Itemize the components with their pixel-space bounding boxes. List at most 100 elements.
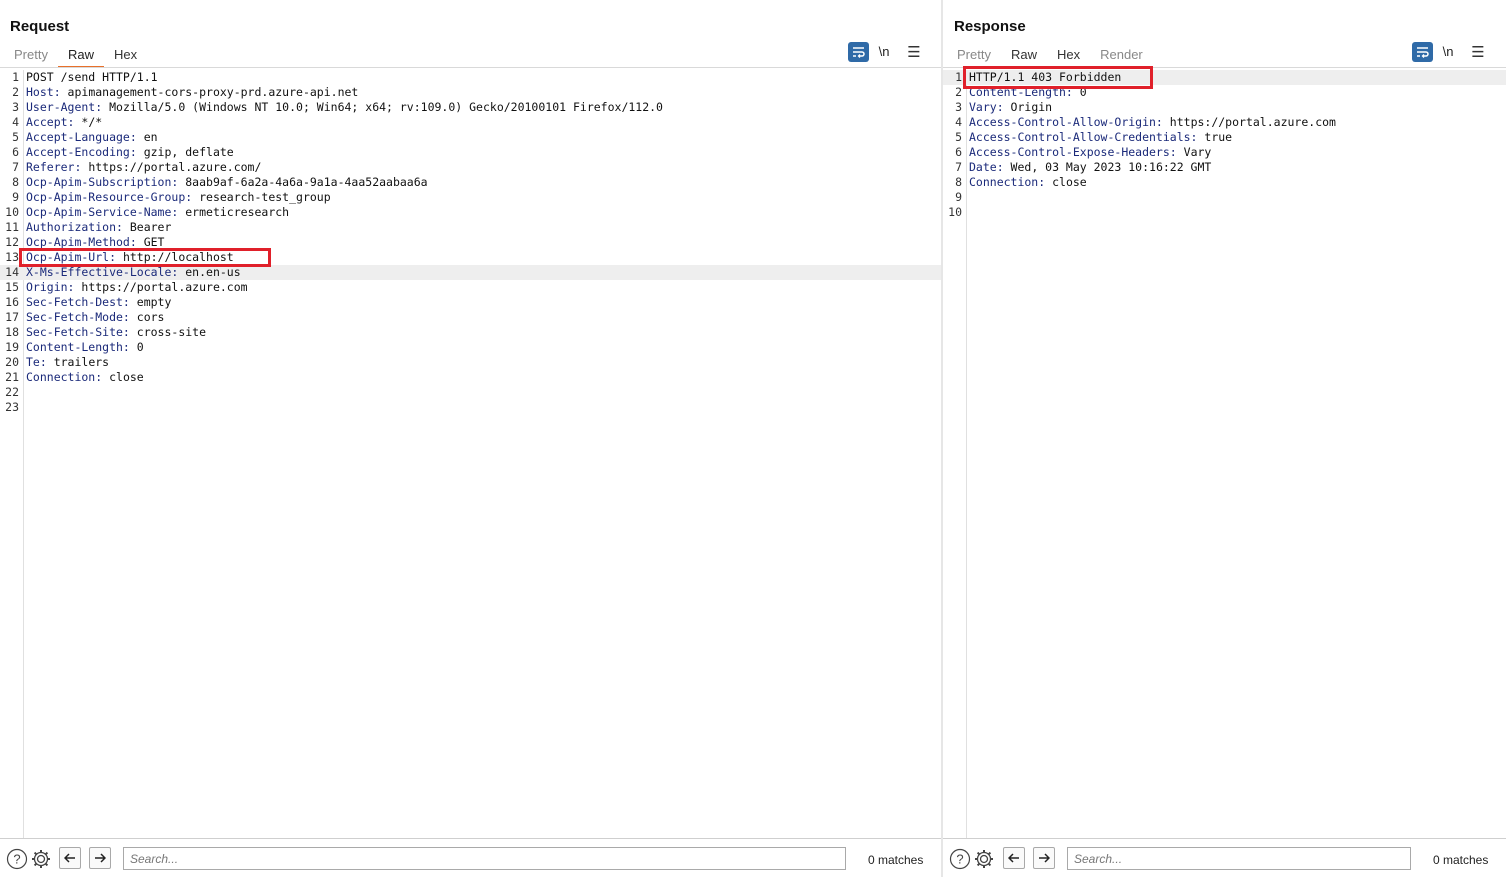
header-value: Origin — [1003, 100, 1053, 114]
header-value: 8aab9af-6a2a-4a6a-9a1a-4aa52aabaa6a — [178, 175, 428, 189]
line-text: Host: apimanagement-cors-proxy-prd.azure… — [26, 85, 358, 100]
line-text: Access-Control-Allow-Credentials: true — [969, 130, 1232, 145]
svg-text:?: ? — [956, 852, 963, 867]
header-name: Sec-Fetch-Site: — [26, 325, 130, 339]
highlight-box-url — [19, 248, 271, 267]
line-number: 5 — [12, 130, 19, 144]
code-line: 19 Content-Length: 0 — [0, 340, 941, 355]
header-name: Connection: — [969, 175, 1046, 189]
next-match-button[interactable] — [1033, 847, 1055, 869]
code-line: 14 X-Ms-Effective-Locale: en.en-us — [0, 265, 941, 280]
response-search-bar: ? 0 matches — [943, 838, 1506, 877]
hamburger-menu-icon[interactable]: ☰ — [899, 42, 929, 62]
line-number: 9 — [12, 190, 19, 204]
header-name: X-Ms-Effective-Locale: — [26, 265, 179, 279]
gear-icon[interactable] — [30, 848, 52, 870]
code-line: 21 Connection: close — [0, 370, 941, 385]
header-value: en.en-us — [178, 265, 241, 279]
line-number: 6 — [955, 145, 962, 159]
request-tab-hex[interactable]: Hex — [104, 44, 147, 68]
response-pane: Response Pretty Raw Hex Render \n ☰ 1 HTT… — [943, 0, 1506, 877]
response-tab-hex[interactable]: Hex — [1047, 44, 1090, 68]
wrap-lines-icon[interactable] — [1412, 42, 1433, 62]
help-icon[interactable]: ? — [6, 848, 28, 870]
header-value: true — [1197, 130, 1233, 144]
line-text: Sec-Fetch-Dest: empty — [26, 295, 171, 310]
code-line: 18 Sec-Fetch-Site: cross-site — [0, 325, 941, 340]
header-name: Accept: — [26, 115, 75, 129]
header-name: Ocp-Apim-Resource-Group: — [26, 190, 193, 204]
line-number: 5 — [955, 130, 962, 144]
line-number: 14 — [5, 265, 19, 279]
header-name: Origin: — [26, 280, 75, 294]
line-text: Accept: */* — [26, 115, 102, 130]
request-view-tabs: Pretty Raw Hex — [4, 44, 147, 68]
line-text: Sec-Fetch-Mode: cors — [26, 310, 164, 325]
code-line: 7 Date: Wed, 03 May 2023 10:16:22 GMT — [943, 160, 1506, 175]
wrap-lines-icon[interactable] — [848, 42, 869, 62]
line-text: Date: Wed, 03 May 2023 10:16:22 GMT — [969, 160, 1211, 175]
line-number: 20 — [5, 355, 19, 369]
line-number: 2 — [955, 85, 962, 99]
code-line: 2 Host: apimanagement-cors-proxy-prd.azur… — [0, 85, 941, 100]
line-text: X-Ms-Effective-Locale: en.en-us — [26, 265, 241, 280]
header-value: GET — [136, 235, 165, 249]
show-newlines-button[interactable]: \n — [869, 42, 899, 62]
code-line: 16 Sec-Fetch-Dest: empty — [0, 295, 941, 310]
line-number: 8 — [12, 175, 19, 189]
code-line: 6 Accept-Encoding: gzip, deflate — [0, 145, 941, 160]
line-number: 1 — [12, 70, 19, 84]
line-number: 9 — [955, 190, 962, 204]
code-line: 17 Sec-Fetch-Mode: cors — [0, 310, 941, 325]
previous-match-button[interactable] — [1003, 847, 1025, 869]
line-text: Referer: https://portal.azure.com/ — [26, 160, 261, 175]
header-name: Te: — [26, 355, 47, 369]
code-line: 23 — [0, 400, 941, 415]
gear-icon[interactable] — [973, 848, 995, 870]
header-value: close — [1045, 175, 1087, 189]
line-text: Origin: https://portal.azure.com — [26, 280, 248, 295]
header-value: apimanagement-cors-proxy-prd.azure-api.n… — [60, 85, 359, 99]
line-text: Accept-Encoding: gzip, deflate — [26, 145, 234, 160]
response-editor-tools: \n ☰ — [1412, 42, 1493, 62]
line-text: Access-Control-Expose-Headers: Vary — [969, 145, 1211, 160]
header-value: https://portal.azure.com/ — [81, 160, 262, 174]
code-line: 22 — [0, 385, 941, 400]
request-search-input[interactable] — [123, 847, 846, 870]
line-text: Connection: close — [26, 370, 144, 385]
request-editor[interactable]: 1 POST /send HTTP/1.1 2 Host: apimanagement… — [0, 70, 941, 838]
line-number: 10 — [948, 205, 962, 219]
header-name: Referer: — [26, 160, 82, 174]
header-value: Vary — [1176, 145, 1212, 159]
header-value: ermeticresearch — [178, 205, 290, 219]
header-value: https://portal.azure.com — [74, 280, 248, 294]
response-tab-pretty[interactable]: Pretty — [947, 44, 1001, 68]
line-number: 13 — [5, 250, 19, 264]
response-title: Response — [954, 18, 1026, 35]
request-tab-pretty[interactable]: Pretty — [4, 44, 58, 68]
previous-match-button[interactable] — [59, 847, 81, 869]
line-number: 4 — [955, 115, 962, 129]
line-number: 3 — [955, 100, 962, 114]
header-value: trailers — [46, 355, 110, 369]
line-number: 4 — [12, 115, 19, 129]
help-icon[interactable]: ? — [949, 848, 971, 870]
line-text: User-Agent: Mozilla/5.0 (Windows NT 10.0… — [26, 100, 663, 115]
code-line: 3 User-Agent: Mozilla/5.0 (Windows NT 10.… — [0, 100, 941, 115]
header-name: Sec-Fetch-Mode: — [26, 310, 130, 324]
response-tab-raw[interactable]: Raw — [1001, 44, 1047, 68]
code-line: 3 Vary: Origin — [943, 100, 1506, 115]
show-newlines-button[interactable]: \n — [1433, 42, 1463, 62]
hamburger-menu-icon[interactable]: ☰ — [1463, 42, 1493, 62]
header-value: Bearer — [122, 220, 172, 234]
code-line: 15 Origin: https://portal.azure.com — [0, 280, 941, 295]
request-tab-raw[interactable]: Raw — [57, 44, 104, 68]
header-value: close — [102, 370, 144, 384]
next-match-button[interactable] — [89, 847, 111, 869]
line-number: 21 — [5, 370, 19, 384]
response-search-input[interactable] — [1067, 847, 1411, 870]
response-editor[interactable]: 1 HTTP/1.1 403 Forbidden 2 Content-Length: … — [943, 66, 1506, 838]
line-number: 19 — [5, 340, 19, 354]
request-title: Request — [10, 18, 70, 35]
response-tab-render[interactable]: Render — [1090, 44, 1153, 68]
